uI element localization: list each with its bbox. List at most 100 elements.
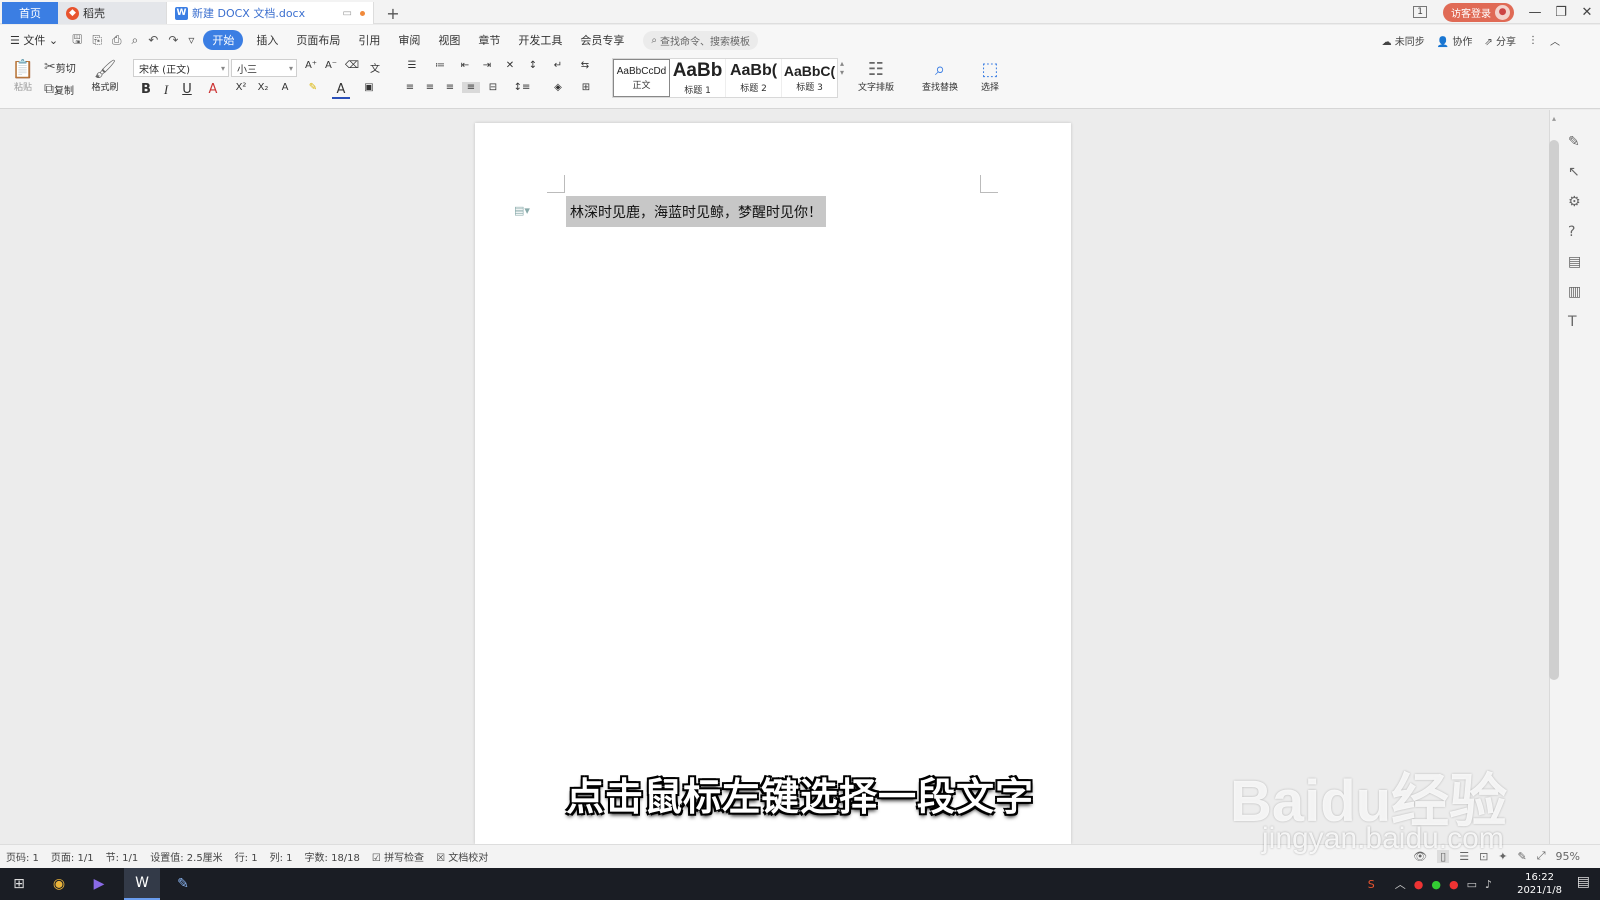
doc-proof-toggle[interactable]: ☒ 文档校对 [430, 849, 494, 864]
status-word-count[interactable]: 字数: 18/18 [299, 849, 366, 864]
paste-button[interactable]: 📋 粘贴 [8, 59, 38, 93]
tab-home-ribbon[interactable]: 开始 [203, 30, 244, 50]
tab-chapter[interactable]: 章节 [469, 32, 509, 48]
status-pages[interactable]: 页面: 1/1 [45, 849, 100, 864]
status-row[interactable]: 行: 1 [229, 849, 264, 864]
text-effect-icon[interactable]: A [276, 82, 294, 93]
tab-daoke[interactable]: ◆ 稻壳 [58, 2, 166, 24]
subscript-icon[interactable]: X₂ [254, 82, 272, 93]
close-button[interactable]: ✕ [1574, 5, 1600, 20]
help-icon[interactable]: ? [1568, 224, 1575, 240]
notification-icon[interactable]: ▤ [1577, 874, 1590, 890]
tab-insert[interactable]: 插入 [247, 32, 287, 48]
doc-assist-icon[interactable]: ▤ [1568, 254, 1581, 270]
font-size-select[interactable]: 小三 ▾ [231, 59, 297, 77]
network-icon[interactable]: ▭ [1467, 878, 1477, 891]
new-tab-button[interactable]: + [378, 2, 408, 24]
windows-start-icon[interactable]: ⊞ [8, 874, 30, 894]
bullet-list-icon[interactable]: ☰ [402, 60, 422, 71]
minimize-button[interactable]: — [1522, 5, 1548, 20]
underline-icon[interactable]: U [178, 82, 196, 97]
copy-button[interactable]: ⧉ 复制 [44, 81, 74, 97]
media-player-icon[interactable]: ▶ [88, 874, 110, 894]
tab-review[interactable]: 审阅 [389, 32, 429, 48]
collapse-ribbon-icon[interactable]: ︿ [1550, 33, 1560, 48]
italic-icon[interactable]: I [158, 82, 174, 98]
justify-icon[interactable]: ≡ [462, 82, 480, 93]
tab-document[interactable]: W 新建 DOCX 文档.docx ▭ [166, 2, 374, 24]
tab-page-layout[interactable]: 页面布局 [287, 32, 349, 48]
redo-icon[interactable]: ↷ [163, 33, 183, 47]
font-name-select[interactable]: 宋体 (正文) ▾ [133, 59, 229, 77]
scroll-up-icon[interactable]: ▴ [1549, 114, 1559, 123]
document-page[interactable] [475, 123, 1071, 844]
bold-icon[interactable]: B [138, 82, 154, 97]
status-section[interactable]: 节: 1/1 [100, 849, 145, 864]
restore-button[interactable]: ❐ [1548, 5, 1574, 20]
vertical-scrollbar[interactable] [1549, 140, 1559, 680]
shading-icon[interactable]: ◈ [548, 82, 568, 93]
tab-developer[interactable]: 开发工具 [509, 32, 571, 48]
guest-login-button[interactable]: 访客登录 ● [1443, 2, 1514, 22]
shrink-font-icon[interactable]: A⁻ [322, 60, 340, 71]
share-button[interactable]: ⇗ 分享 [1484, 33, 1516, 48]
text-tool-icon[interactable]: T [1568, 314, 1577, 330]
distribute-icon[interactable]: ⊟ [484, 82, 502, 93]
style-normal[interactable]: AaBbCcDd 正文 [613, 59, 670, 97]
collab-button[interactable]: 👤 协作 [1437, 33, 1473, 48]
strikethrough-icon[interactable]: A [204, 82, 222, 97]
clear-format-icon[interactable]: ⌫ [343, 60, 361, 71]
print-preview-icon[interactable]: ⌕ [127, 33, 144, 48]
command-search[interactable]: ⌕ 查找命令、搜索模板 [643, 30, 759, 50]
status-col[interactable]: 列: 1 [264, 849, 299, 864]
tab-monitor-icon[interactable]: ▭ [343, 8, 352, 19]
write-view-icon[interactable]: ✎ [1518, 850, 1527, 863]
print-icon[interactable]: ⎙ [107, 33, 127, 48]
file-menu[interactable]: ☰ 文件 ⌄ [0, 32, 67, 48]
sync-button[interactable]: ☁ 未同步 [1382, 33, 1425, 48]
increase-indent-icon[interactable]: ⇥ [478, 60, 496, 71]
tab-view[interactable]: 视图 [429, 32, 469, 48]
status-page-no[interactable]: 页码: 1 [0, 849, 45, 864]
save-icon[interactable]: 🖫 [67, 30, 87, 51]
undo-icon[interactable]: ↶ [143, 33, 163, 47]
align-right-icon[interactable]: ≡ [442, 82, 458, 93]
cut-button[interactable]: ✂ 剪切 [44, 59, 76, 75]
zoom-level[interactable]: 95% [1556, 850, 1580, 863]
style-heading-2[interactable]: AaBb( 标题 2 [726, 59, 782, 97]
grow-font-icon[interactable]: A⁺ [302, 60, 320, 71]
wechat-icon[interactable]: ● [1431, 878, 1441, 891]
char-border-icon[interactable]: ▣ [360, 82, 378, 93]
qq-icon[interactable]: ● [1449, 878, 1459, 891]
fit-page-icon[interactable]: ⤢ [1537, 849, 1546, 863]
align-center-icon[interactable]: ≡ [422, 82, 438, 93]
tab-home[interactable]: 首页 [2, 2, 58, 24]
decrease-indent-icon[interactable]: ⇤ [456, 60, 474, 71]
chinese-layout-icon[interactable]: ✕ [500, 60, 520, 71]
show-marks-icon[interactable]: ↵ [548, 60, 568, 71]
taskbar-clock[interactable]: 16:22 2021/1/8 [1517, 868, 1562, 900]
find-replace-button[interactable]: ⌕ 查找替换 [914, 59, 966, 93]
edit-pen-icon[interactable]: ✎ [1568, 134, 1580, 150]
pinyin-icon[interactable]: 文 [364, 60, 386, 75]
chrome-icon[interactable]: ◉ [48, 874, 70, 894]
selected-text[interactable]: 林深时见鹿，海蓝时见鲸，梦醒时见你！ [566, 196, 826, 227]
font-color-icon[interactable]: A [332, 82, 350, 99]
superscript-icon[interactable]: X² [232, 82, 250, 93]
volume-icon[interactable]: ♪ [1485, 878, 1492, 891]
tab-stops-icon[interactable]: ⇆ [576, 60, 594, 71]
style-heading-1[interactable]: AaBb 标题 1 [670, 59, 726, 97]
doc-check-icon[interactable]: ▥ [1568, 284, 1581, 300]
page-count-badge[interactable]: 1 [1413, 6, 1427, 18]
line-spacing-icon[interactable]: ↕≡ [512, 82, 532, 93]
wps-writer-icon[interactable]: W [124, 868, 160, 900]
status-setting[interactable]: 设置值: 2.5厘米 [144, 849, 228, 864]
tray-expand-icon[interactable]: ︿ [1395, 876, 1406, 892]
export-pdf-icon[interactable]: ⎘ [87, 33, 107, 48]
numbered-list-icon[interactable]: ≔ [430, 60, 450, 71]
tab-member[interactable]: 会员专享 [571, 32, 633, 48]
tab-references[interactable]: 引用 [349, 32, 389, 48]
customize-quick-access-icon[interactable]: ▿ [183, 33, 199, 47]
pointer-icon[interactable]: ↖ [1568, 164, 1580, 180]
more-icon[interactable]: ⋮ [1528, 35, 1538, 46]
